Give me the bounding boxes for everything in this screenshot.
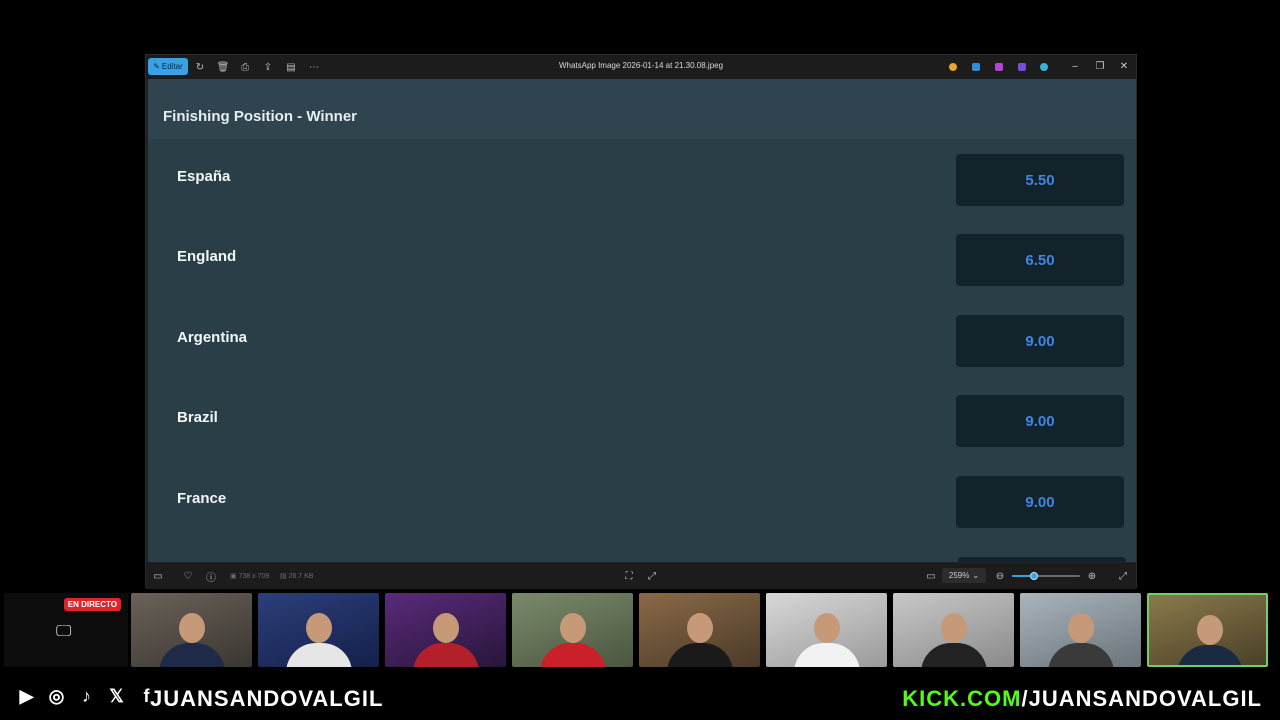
odds-button: 6.50 xyxy=(956,234,1124,286)
person-head xyxy=(687,613,713,643)
actual-size-icon[interactable]: ⤢ xyxy=(646,570,658,582)
cloud-icon[interactable] xyxy=(1040,63,1048,71)
person-head xyxy=(560,613,586,643)
chevron-down-icon: ⌄ xyxy=(972,571,980,580)
person-body xyxy=(540,643,606,667)
market-header: Finishing Position - Winner xyxy=(148,79,1136,139)
kick-domain: KICK.COM xyxy=(902,686,1022,711)
team-name: España xyxy=(177,168,231,185)
person-head xyxy=(433,613,459,643)
selection-row: España 5.50 xyxy=(148,152,1136,208)
app-icon-2[interactable] xyxy=(972,63,980,71)
webcam-feed xyxy=(766,593,887,667)
restore-icon[interactable]: ❐ xyxy=(1093,59,1107,75)
person-body xyxy=(921,643,987,667)
person-body xyxy=(794,643,860,667)
person-body xyxy=(286,643,352,667)
zoom-out-icon[interactable]: ⊖ xyxy=(994,570,1006,582)
person-head xyxy=(1068,613,1094,643)
person-head xyxy=(941,613,967,643)
webcam-feed-active-speaker xyxy=(1147,593,1268,667)
webcam-feed xyxy=(512,593,633,667)
fullscreen-icon[interactable]: ⤢ xyxy=(1117,570,1129,582)
close-icon[interactable]: ✕ xyxy=(1117,59,1131,75)
webcam-feed xyxy=(131,593,252,667)
kick-url: KICK.COM/JUANSANDOVALGIL xyxy=(902,686,1262,712)
person-head xyxy=(179,613,205,643)
selection-row: Brazil 9.00 xyxy=(148,393,1136,449)
x-icon: 𝕏 xyxy=(109,685,124,706)
app-icon-3[interactable] xyxy=(995,63,1003,71)
team-name: France xyxy=(177,490,227,507)
webcam-feed xyxy=(258,593,379,667)
webcam-feed xyxy=(639,593,760,667)
person-body xyxy=(1048,643,1114,667)
file-size-icon: ▤ xyxy=(280,573,289,580)
photo-viewer-window: ✎ Editar ↻ 🗑 ⎙ ⇪ ▤ ⋯ WhatsApp Image 2026… xyxy=(145,54,1137,589)
market-title: Finishing Position - Winner xyxy=(163,108,358,125)
minimize-icon[interactable]: – xyxy=(1068,59,1082,75)
screen-share-icon: 🖵 xyxy=(56,623,72,640)
image-canvas: Finishing Position - Winner España 5.50 … xyxy=(148,79,1136,562)
status-bar: ▭ ♡ ⓘ ▣ 738 x 709 ▤ 26.7 KB ⛶ ⤢ ▭ 259% ⌄… xyxy=(146,563,1136,589)
person-body xyxy=(159,643,225,667)
selection-row: France 9.00 xyxy=(148,474,1136,530)
app-icon-4[interactable] xyxy=(1018,63,1026,71)
youtube-icon: ▶ xyxy=(19,685,34,706)
info-icon[interactable]: ⓘ xyxy=(205,570,217,584)
streamer-handle: JUANSANDOVALGIL xyxy=(150,686,384,711)
app-icon-1[interactable] xyxy=(949,63,957,71)
instagram-icon: ◎ xyxy=(48,685,65,706)
image-dimensions: ▣ 738 x 709 xyxy=(230,573,270,580)
file-name: WhatsApp Image 2026-01-14 at 21.30.08.jp… xyxy=(558,61,724,70)
webcam-strip: EN DIRECTO 🖵 xyxy=(0,591,1280,669)
stream-overlay-bar: ▶ ◎ ♪ 𝕏 f JUANSANDOVALGIL KICK.COM/JUANS… xyxy=(0,672,1280,720)
favorite-heart-icon[interactable]: ♡ xyxy=(182,570,194,582)
odds-button-partial xyxy=(958,557,1126,562)
zoom-in-icon[interactable]: ⊕ xyxy=(1086,570,1098,582)
filmstrip-icon[interactable]: ▭ xyxy=(152,570,164,582)
team-name: Argentina xyxy=(177,329,248,346)
dimensions-icon: ▣ xyxy=(230,573,239,580)
live-tile: EN DIRECTO 🖵 xyxy=(4,593,128,667)
title-bar: ✎ Editar ↻ 🗑 ⎙ ⇪ ▤ ⋯ WhatsApp Image 2026… xyxy=(146,55,1136,79)
odds-button: 9.00 xyxy=(956,476,1124,528)
person-body xyxy=(413,643,479,667)
zoom-value: 259% xyxy=(948,571,970,580)
selection-row: England 6.50 xyxy=(148,232,1136,288)
aspect-icon[interactable]: ▭ xyxy=(925,570,937,582)
team-name: Brazil xyxy=(177,409,218,426)
webcam-feed xyxy=(1020,593,1141,667)
odds-button: 5.50 xyxy=(956,154,1124,206)
webcam-feed xyxy=(385,593,506,667)
person-head xyxy=(1197,615,1223,645)
odds-button: 9.00 xyxy=(956,315,1124,367)
tiktok-icon: ♪ xyxy=(82,685,91,706)
social-icons: ▶ ◎ ♪ 𝕏 f xyxy=(14,684,159,708)
zoom-slider[interactable] xyxy=(1012,572,1080,580)
person-body xyxy=(667,643,733,667)
selection-row: Argentina 9.00 xyxy=(148,313,1136,369)
person-head xyxy=(814,613,840,643)
webcam-feed xyxy=(893,593,1014,667)
odds-button: 9.00 xyxy=(956,395,1124,447)
fit-to-window-icon[interactable]: ⛶ xyxy=(623,570,635,582)
team-name: England xyxy=(177,248,237,265)
zoom-slider-handle[interactable] xyxy=(1030,572,1038,580)
kick-channel: /JUANSANDOVALGIL xyxy=(1021,686,1262,711)
zoom-select[interactable]: 259% ⌄ xyxy=(942,568,986,583)
file-size: ▤ 26.7 KB xyxy=(280,573,314,580)
person-head xyxy=(306,613,332,643)
person-body xyxy=(1177,645,1243,665)
live-badge: EN DIRECTO xyxy=(63,598,121,611)
